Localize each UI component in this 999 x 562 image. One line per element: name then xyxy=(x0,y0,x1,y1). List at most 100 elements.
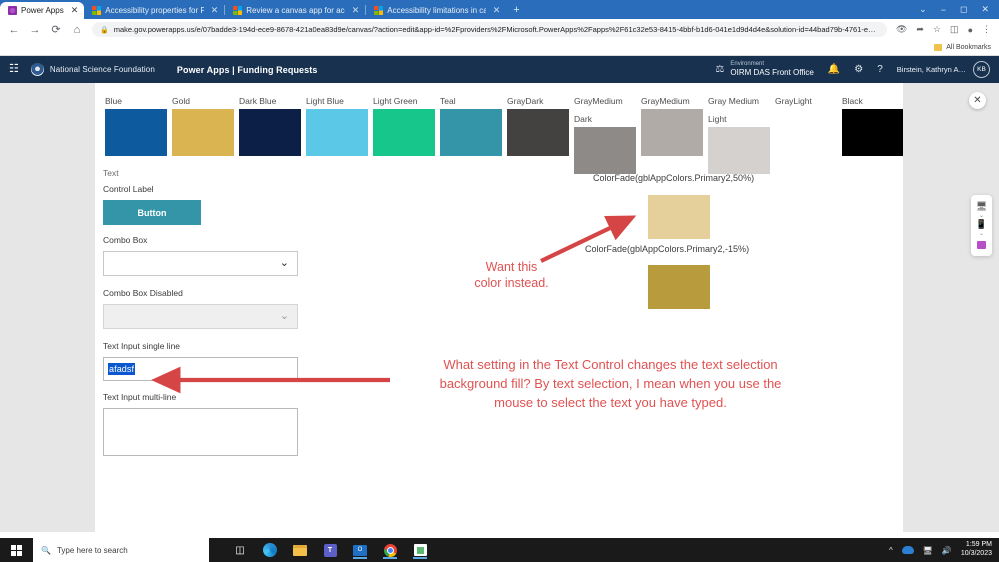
swatch-graymedium: GrayMedium xyxy=(641,91,708,174)
waffle-icon[interactable]: ☷ xyxy=(9,64,19,75)
close-icon[interactable]: ✕ xyxy=(352,5,360,16)
tab-title: Accessibility properties for Pow xyxy=(105,6,204,15)
back-icon[interactable]: ← xyxy=(8,24,20,36)
snipping-tool-icon[interactable] xyxy=(413,543,427,557)
window-controls: ⌄ − ◻ ✕ xyxy=(919,0,999,19)
avatar[interactable]: KB xyxy=(973,61,990,78)
lock-icon: 🔒 xyxy=(100,26,109,34)
nsf-logo-icon xyxy=(30,63,44,76)
gear-icon[interactable]: ⚙ xyxy=(854,64,863,75)
clock-time: 1:59 PM xyxy=(965,541,992,549)
swatch-label: Teal xyxy=(440,96,456,106)
reload-icon[interactable]: ⟳ xyxy=(50,23,62,36)
window-maximize-button[interactable]: ◻ xyxy=(960,4,967,15)
colorfade-neg15-label: ColorFade(gblAppColors.Primary2,-15%) xyxy=(585,244,750,254)
phone-icon[interactable]: 📱 xyxy=(976,219,987,230)
teams-icon[interactable]: T xyxy=(323,543,337,557)
windows-start-icon[interactable] xyxy=(0,538,33,562)
colorfade-50-chip xyxy=(648,195,710,239)
taskbar-clock[interactable]: 1:59 PM 10/3/2023 xyxy=(961,541,992,559)
network-icon[interactable]: 🖥 xyxy=(923,546,933,555)
swatch-graydark: GrayDark xyxy=(507,91,574,174)
kebab-menu-icon[interactable]: ⋮ xyxy=(982,24,991,35)
app-header-right: ⚖ Environment OIRM DAS Front Office 🔔 ⚙ … xyxy=(715,61,990,78)
forward-icon[interactable]: → xyxy=(29,24,41,36)
user-menu[interactable]: Birstein, Kathryn A… KB xyxy=(897,61,990,78)
environment-icon: ⚖ xyxy=(715,63,725,75)
chevron-down-icon[interactable]: ⌄ xyxy=(280,258,289,269)
taskbar-search-input[interactable]: 🔍 Type here to search xyxy=(33,538,209,562)
chrome-icon[interactable] xyxy=(383,543,397,557)
window-close-button[interactable]: ✕ xyxy=(981,4,989,15)
all-bookmarks-label[interactable]: All Bookmarks xyxy=(946,44,991,51)
swatch-chip xyxy=(105,109,167,156)
search-icon: 🔍 xyxy=(41,545,51,555)
environment-text: Environment OIRM DAS Front Office xyxy=(730,61,813,77)
swatch-chip xyxy=(641,109,703,156)
chevron-down-icon[interactable]: ⌄ xyxy=(979,213,984,219)
chevron-down-icon[interactable]: ⌄ xyxy=(979,231,984,237)
chevron-up-icon[interactable]: ^ xyxy=(889,546,893,555)
device-preview-rail: 🖥 ⌄ 📱 ⌄ xyxy=(971,195,992,256)
colorfade-neg15-chip xyxy=(648,265,710,309)
browser-tab-3[interactable]: Accessibility limitations in canv ✕ xyxy=(366,2,506,19)
swatch-label: GrayLight xyxy=(775,96,812,106)
want-this-color-note: Want this color instead. xyxy=(459,260,564,291)
close-icon[interactable]: ✕ xyxy=(493,5,501,16)
app-header: ☷ National Science Foundation Power Apps… xyxy=(0,56,999,83)
swatch-label: Black xyxy=(842,96,863,106)
powerapps-icon xyxy=(8,6,17,15)
text-input-single[interactable]: afadsf xyxy=(103,357,298,381)
onedrive-icon[interactable] xyxy=(901,546,914,554)
swatch-label: GrayDark xyxy=(507,96,544,106)
profile-icon[interactable]: ● xyxy=(968,25,973,35)
file-explorer-icon[interactable] xyxy=(293,543,307,557)
text-input-multi[interactable] xyxy=(103,408,298,456)
home-icon[interactable]: ⌂ xyxy=(71,24,83,36)
outlook-icon[interactable]: O xyxy=(353,543,367,557)
new-tab-button[interactable]: + xyxy=(506,4,526,16)
app-icon[interactable] xyxy=(977,240,986,249)
volume-icon[interactable]: 🔊 xyxy=(942,546,952,555)
browser-tab-2[interactable]: Review a canvas app for accessi ✕ xyxy=(225,2,365,19)
address-bar-url: make.gov.powerapps.us/e/07badde3-194d-ec… xyxy=(113,25,879,34)
swatch-teal: Teal xyxy=(440,91,507,174)
edge-icon[interactable] xyxy=(263,543,277,557)
want-this-line-1: Want this xyxy=(485,260,538,274)
window-restore-button[interactable]: − xyxy=(941,5,946,15)
task-view-icon[interactable]: ◫ xyxy=(233,543,247,557)
close-icon[interactable]: ✕ xyxy=(211,5,219,16)
window-minimize-button[interactable]: ⌄ xyxy=(919,4,927,15)
browser-tab-0[interactable]: Power Apps ✕ xyxy=(0,2,85,19)
eye-slash-icon[interactable]: 👁 xyxy=(896,24,907,35)
star-icon[interactable]: ☆ xyxy=(933,24,941,35)
close-icon[interactable]: ✕ xyxy=(969,92,986,109)
canvas-left-gutter xyxy=(0,83,95,532)
environment-value: OIRM DAS Front Office xyxy=(730,68,814,78)
swatch-label: Light Green xyxy=(373,96,418,106)
browser-window: Power Apps ✕ Accessibility properties fo… xyxy=(0,0,999,562)
swatch-chip xyxy=(708,127,770,174)
address-bar[interactable]: 🔒 make.gov.powerapps.us/e/07badde3-194d-… xyxy=(92,22,887,37)
page-title: Power Apps | Funding Requests xyxy=(176,64,318,75)
monitor-icon[interactable]: 🖥 xyxy=(976,201,987,212)
sidepanel-icon[interactable]: ◫ xyxy=(950,24,959,35)
microsoft-icon xyxy=(92,6,102,15)
swatch-light-green: Light Green xyxy=(373,91,440,174)
environment-selector[interactable]: ⚖ Environment OIRM DAS Front Office xyxy=(715,61,813,77)
swatch-chip xyxy=(440,109,502,156)
help-icon[interactable]: ? xyxy=(877,64,883,75)
close-icon[interactable]: ✕ xyxy=(71,5,79,16)
demo-button[interactable]: Button xyxy=(103,200,201,225)
swatch-chip xyxy=(306,109,368,156)
microsoft-icon xyxy=(374,6,384,15)
share-icon[interactable]: ➦ xyxy=(916,24,924,35)
user-name: Birstein, Kathryn A… xyxy=(896,65,966,74)
swatch-graymediumlight: Gray Medium Light xyxy=(708,91,775,174)
combo-box[interactable]: ⌄ xyxy=(103,251,298,276)
browser-tab-1[interactable]: Accessibility properties for Pow ✕ xyxy=(84,2,224,19)
swatch-chip xyxy=(775,109,837,156)
swatch-label: Dark Blue xyxy=(239,96,277,106)
swatch-label: Blue xyxy=(105,96,123,106)
bell-icon[interactable]: 🔔 xyxy=(828,64,840,75)
